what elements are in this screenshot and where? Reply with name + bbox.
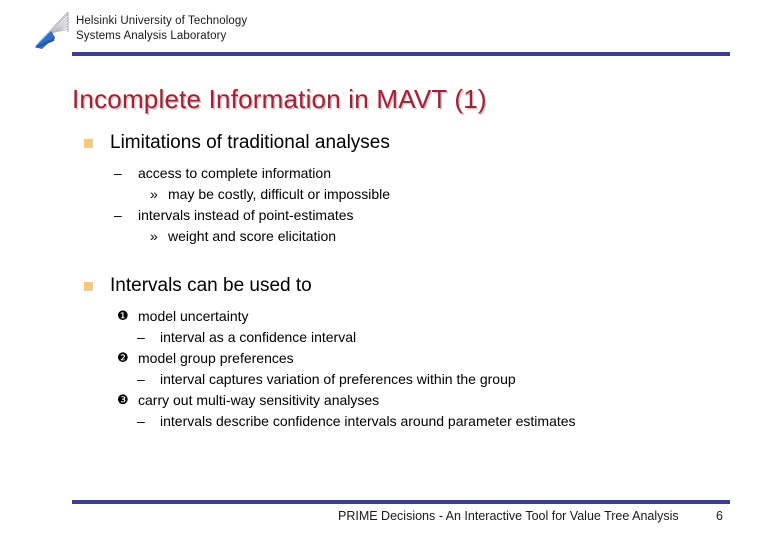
list-item: – interval as a confidence interval	[0, 327, 780, 348]
square-bullet-icon	[84, 282, 93, 291]
slide-title: Incomplete Information in MAVT (1)	[72, 84, 487, 114]
list-item: » weight and score elicitation	[0, 226, 780, 247]
circled-number-2-icon: ❷	[117, 350, 129, 366]
header-line-2: Systems Analysis Laboratory	[76, 30, 227, 42]
content-section-1: Limitations of traditional analyses – ac…	[0, 130, 780, 247]
section-1-heading: Limitations of traditional analyses	[0, 130, 780, 156]
section-2-heading: Intervals can be used to	[0, 273, 780, 299]
square-bullet-icon	[84, 139, 93, 148]
dash-bullet-icon: –	[114, 165, 122, 181]
numbered-list-item: ❷ model group preferences	[0, 348, 780, 369]
list-item: » may be costly, difficult or impossible	[0, 184, 780, 205]
header-institution-text: Helsinki University of Technology System…	[76, 14, 247, 44]
circled-number-1-icon: ❶	[117, 308, 129, 324]
list-item: – intervals describe confidence interval…	[0, 411, 780, 432]
numbered-list-item-label: model uncertainty	[138, 308, 249, 324]
header-divider-rule	[72, 52, 730, 56]
list-item: – access to complete information	[0, 163, 780, 184]
list-item-label: intervals instead of point-estimates	[138, 207, 354, 223]
list-item-label: access to complete information	[138, 165, 331, 181]
guillemet-bullet-icon: »	[150, 228, 158, 244]
dash-bullet-icon: –	[137, 371, 145, 387]
list-item-label: weight and score elicitation	[168, 228, 337, 244]
content-section-2: Intervals can be used to ❶ model uncerta…	[0, 273, 780, 432]
section-1-heading-text: Limitations of traditional analyses	[110, 132, 390, 153]
circled-number-3-icon: ❸	[117, 392, 129, 408]
numbered-list-item: ❸ carry out multi-way sensitivity analys…	[0, 390, 780, 411]
footer-text: PRIME Decisions - An Interactive Tool fo…	[338, 509, 679, 523]
footer-divider-rule	[72, 500, 730, 504]
list-item: – intervals instead of point-estimates	[0, 205, 780, 226]
dash-bullet-icon: –	[137, 413, 145, 429]
slide-body: Limitations of traditional analyses – ac…	[0, 130, 780, 432]
slide-header: Helsinki University of Technology System…	[0, 0, 780, 60]
list-item-label: intervals describe confidence intervals …	[160, 413, 576, 429]
hut-fan-logo	[32, 10, 74, 50]
dash-bullet-icon: –	[137, 329, 145, 345]
list-item-label: interval captures variation of preferenc…	[160, 371, 516, 387]
list-item-label: may be costly, difficult or impossible	[168, 186, 391, 202]
header-line-1: Helsinki University of Technology	[76, 15, 248, 27]
numbered-list-item-label: model group preferences	[138, 350, 294, 366]
numbered-list-item-label: carry out multi-way sensitivity analyses	[138, 392, 380, 408]
footer-page-number: 6	[716, 509, 723, 523]
numbered-list-item: ❶ model uncertainty	[0, 306, 780, 327]
guillemet-bullet-icon: »	[150, 186, 158, 202]
list-item-label: interval as a confidence interval	[160, 329, 357, 345]
list-item: – interval captures variation of prefere…	[0, 369, 780, 390]
dash-bullet-icon: –	[114, 207, 122, 223]
section-2-heading-text: Intervals can be used to	[110, 275, 312, 296]
